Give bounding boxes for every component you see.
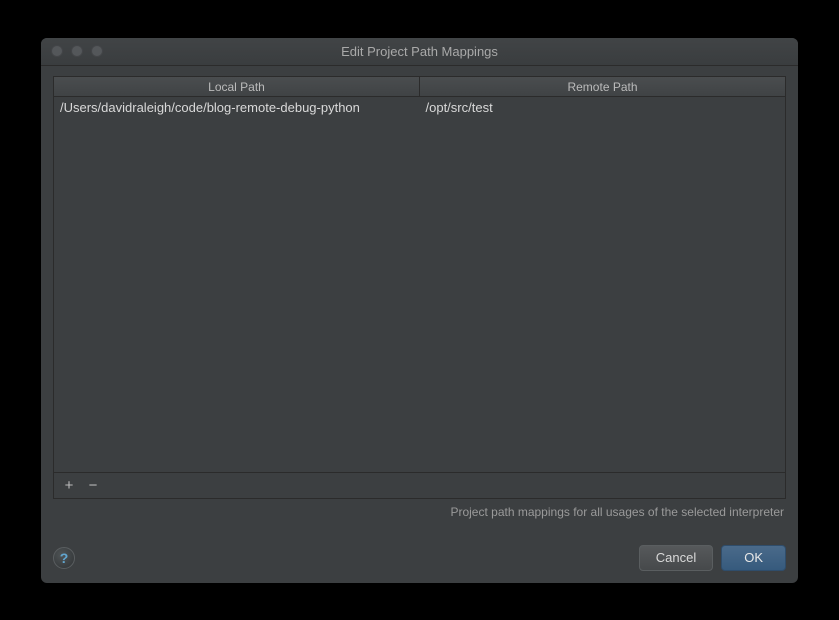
dialog-content: Local Path Remote Path /Users/davidralei… [41,66,798,531]
help-button[interactable]: ? [53,547,75,569]
cell-remote-path[interactable]: /opt/src/test [420,97,786,119]
cell-local-path[interactable]: /Users/davidraleigh/code/blog-remote-deb… [54,97,420,119]
window-controls [41,45,103,57]
column-header-remote[interactable]: Remote Path [420,77,785,96]
dialog-window: Edit Project Path Mappings Local Path Re… [41,38,798,583]
table-toolbar: + − [54,472,785,498]
column-header-local[interactable]: Local Path [54,77,420,96]
ok-label: OK [744,550,763,565]
close-window-button[interactable] [51,45,63,57]
plus-icon: + [65,478,74,493]
cancel-button[interactable]: Cancel [639,545,713,571]
path-mappings-table: Local Path Remote Path /Users/davidralei… [53,76,786,499]
add-row-button[interactable]: + [58,474,80,496]
cancel-label: Cancel [656,550,696,565]
table-row[interactable]: /Users/davidraleigh/code/blog-remote-deb… [54,97,785,119]
hint-text: Project path mappings for all usages of … [53,499,786,519]
dialog-footer: ? Cancel OK [41,531,798,583]
window-title: Edit Project Path Mappings [41,44,798,59]
table-header: Local Path Remote Path [54,77,785,97]
remove-row-button[interactable]: − [82,474,104,496]
table-body[interactable]: /Users/davidraleigh/code/blog-remote-deb… [54,97,785,472]
zoom-window-button[interactable] [91,45,103,57]
titlebar: Edit Project Path Mappings [41,38,798,66]
ok-button[interactable]: OK [721,545,786,571]
minus-icon: − [89,478,98,493]
question-icon: ? [60,550,69,566]
minimize-window-button[interactable] [71,45,83,57]
